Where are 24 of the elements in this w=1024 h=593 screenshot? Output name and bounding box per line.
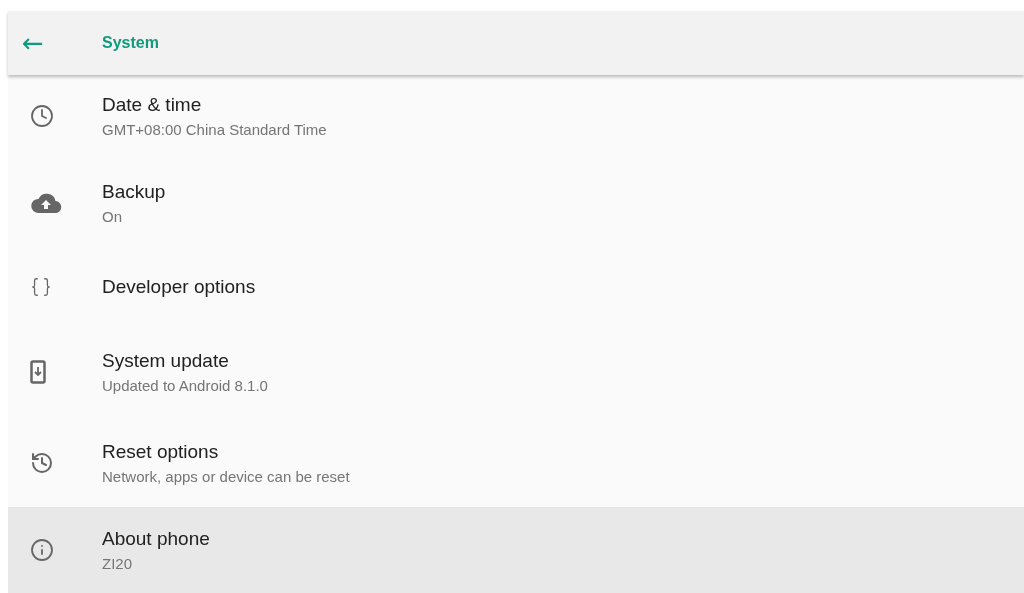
braces-icon <box>30 276 52 298</box>
phone-download-icon <box>30 360 46 384</box>
cloud-upload-icon <box>30 192 62 214</box>
settings-item[interactable]: Date & time GMT+08:00 China Standard Time <box>8 75 1024 157</box>
clock-icon <box>30 104 54 128</box>
item-title: System update <box>102 350 230 372</box>
history-icon <box>30 451 54 475</box>
item-summary: Updated to Android 8.1.0 <box>102 377 268 394</box>
item-title: Developer options <box>102 276 256 298</box>
settings-item[interactable]: About phone ZI20 <box>8 507 1024 593</box>
item-title: About phone <box>102 528 210 550</box>
item-title: Date & time <box>102 94 203 116</box>
item-summary: GMT+08:00 China Standard Time <box>102 121 327 138</box>
info-icon <box>30 538 54 562</box>
settings-item[interactable]: Reset options Network, apps or device can be reset <box>8 419 1024 507</box>
item-summary: Network, apps or device can be reset <box>102 468 350 485</box>
item-title: Reset options <box>102 441 220 463</box>
settings-item[interactable]: Backup On <box>8 157 1024 249</box>
item-summary: ZI20 <box>102 555 133 572</box>
app-bar-title: System <box>102 34 159 52</box>
settings-item[interactable]: Developer options <box>8 249 1024 325</box>
settings-item[interactable]: System update Updated to Android 8.1.0 <box>8 325 1024 419</box>
item-title: Backup <box>102 181 166 203</box>
item-summary: On <box>102 208 123 225</box>
